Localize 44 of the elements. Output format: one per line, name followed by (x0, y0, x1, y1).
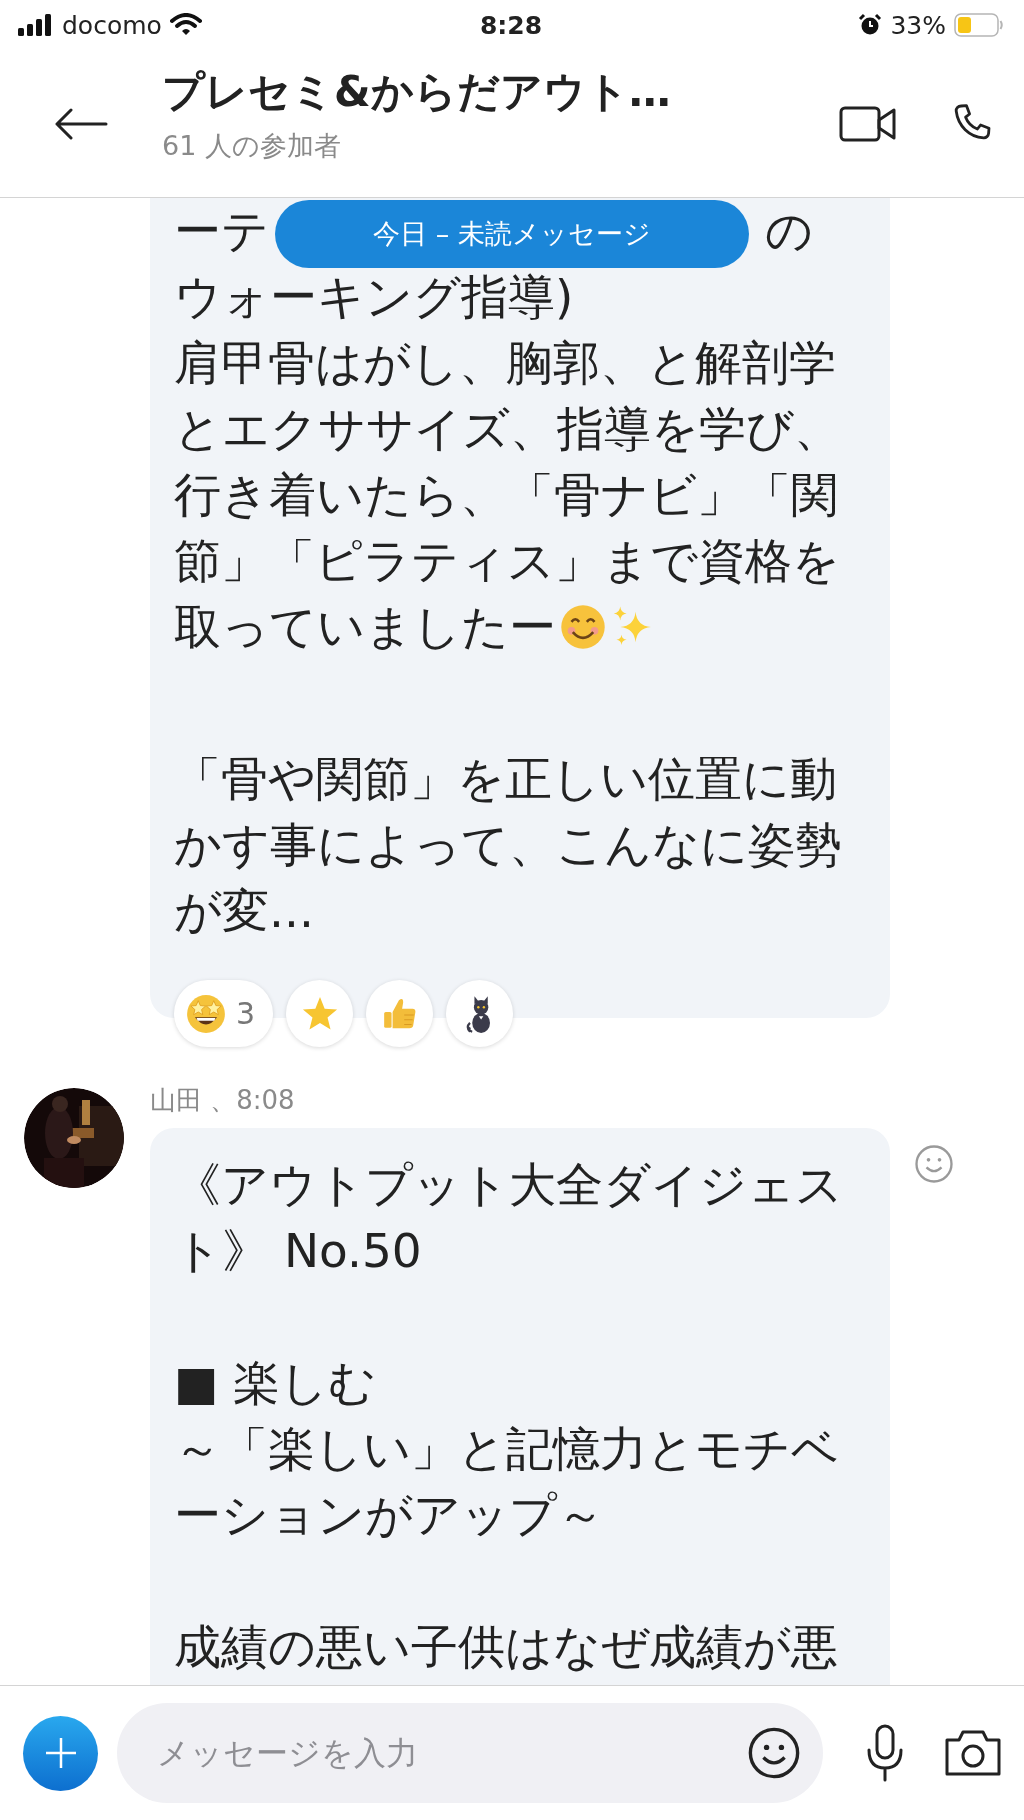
signal-icon (18, 14, 54, 36)
battery-percent: 33% (890, 10, 946, 40)
message-text: ～「楽しい」と記憶力とモチベ (174, 1420, 839, 1478)
alarm-icon (858, 13, 883, 37)
sender-name: 山田 、8:08 (150, 1084, 296, 1117)
video-call-button[interactable] (839, 105, 897, 142)
message-text: 《アウトプット大全ダイジェス (174, 1156, 843, 1214)
message-text: とエクササイズ、指導を学び、 (174, 400, 841, 458)
message-text: 取っていましたー (174, 598, 556, 656)
camera-icon (943, 1728, 1003, 1778)
emoji-button[interactable] (747, 1726, 801, 1780)
microphone-icon (865, 1724, 905, 1782)
message-text: ウォーキング指導) (174, 268, 574, 326)
microphone-button[interactable] (865, 1724, 905, 1782)
message-text: 肩甲骨はがし、胸郭、と解剖学 (174, 334, 836, 392)
carrier-name: docomo (62, 10, 162, 40)
message-text: かす事によって、こんなに姿勢 (174, 816, 842, 874)
plus-icon (43, 1736, 78, 1770)
battery-icon (954, 13, 1004, 37)
message-text: ト》 No.50 (174, 1222, 422, 1280)
video-camera-icon (839, 105, 897, 142)
smiley-icon (747, 1726, 801, 1780)
message-text: が変... (174, 882, 314, 940)
clock-time: 8:28 (479, 10, 543, 40)
message-text: 成績の悪い子供はなぜ成績が悪 (174, 1618, 838, 1676)
back-arrow-icon (54, 107, 108, 140)
back-button[interactable] (54, 107, 108, 140)
smiling-face-icon (560, 604, 606, 650)
message-text: 「骨や関節」を正しい位置に動 (174, 750, 837, 808)
message-input[interactable]: メッセージを入力 (117, 1703, 823, 1803)
message-text: 行き着いたら、「骨ナビ」「関 (174, 466, 838, 524)
message-text: 節」「ピラティス」まで資格を (174, 532, 840, 590)
camera-button[interactable] (943, 1728, 1003, 1778)
message-text: ーションがアップ～ (174, 1486, 604, 1544)
unread-messages-banner[interactable]: 今日 – 未読メッセージ (275, 200, 749, 268)
star-eyes-face-icon (186, 993, 226, 1034)
message-text: の (765, 202, 813, 260)
wifi-icon (169, 13, 202, 37)
chat-title: プレセミ&からだアウト… (162, 66, 672, 118)
reaction-chip[interactable]: 3 (174, 980, 274, 1047)
message-text: ーテ (174, 202, 269, 260)
smiley-icon (914, 1144, 954, 1184)
participant-count: 61 人の参加者 (162, 129, 342, 163)
message-text: ■ 楽しむ (174, 1354, 377, 1412)
